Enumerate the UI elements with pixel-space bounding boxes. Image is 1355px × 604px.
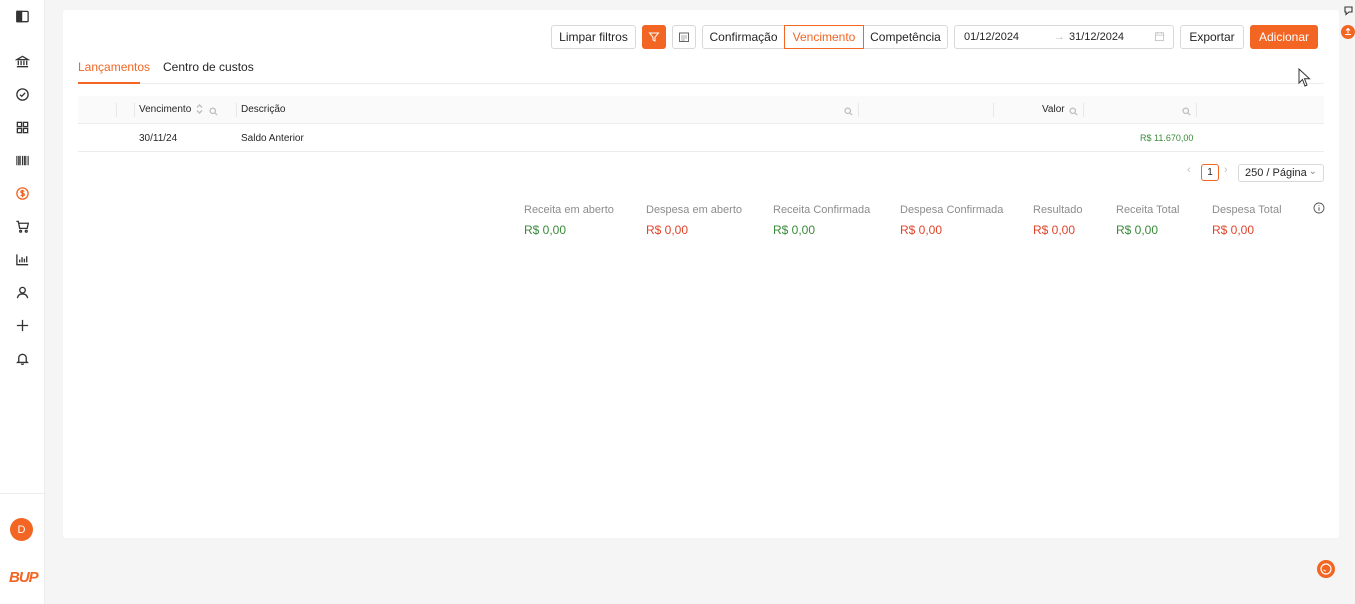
arrow-right-icon: → bbox=[1054, 31, 1065, 43]
column-separator bbox=[1196, 103, 1197, 117]
date-from-input[interactable]: 01/12/2024 bbox=[964, 31, 1019, 43]
column-separator bbox=[993, 103, 994, 117]
pagination-next-icon[interactable]: › bbox=[1224, 164, 1228, 176]
search-icon[interactable] bbox=[209, 105, 218, 116]
column-separator bbox=[116, 103, 117, 117]
tabs: Lançamentos Centro de custos bbox=[78, 58, 1324, 84]
column-separator bbox=[134, 103, 135, 117]
date-mode-competencia[interactable]: Competência bbox=[863, 25, 948, 49]
cell-valor: R$ 11.670,00 bbox=[1140, 133, 1194, 143]
brand-logo: BUP bbox=[9, 569, 39, 586]
column-header-descricao[interactable]: Descrição bbox=[241, 104, 285, 115]
tab-active-indicator bbox=[78, 82, 140, 84]
cart-icon[interactable] bbox=[12, 216, 32, 236]
avatar[interactable]: D bbox=[10, 518, 33, 541]
mouse-cursor-icon bbox=[1298, 67, 1312, 88]
chat-support-icon[interactable] bbox=[1317, 560, 1335, 578]
bank-icon[interactable] bbox=[12, 51, 32, 71]
calendar-icon bbox=[1154, 31, 1165, 45]
table-header: Vencimento Descrição Valor bbox=[78, 96, 1324, 124]
summary-receita-em-aberto: Receita em aberto R$ 0,00 bbox=[524, 204, 614, 237]
dollar-circle-icon[interactable] bbox=[12, 183, 32, 203]
tab-lancamentos[interactable]: Lançamentos bbox=[78, 60, 150, 74]
add-button[interactable]: Adicionar bbox=[1250, 25, 1318, 49]
date-mode-segmented: Confirmação Vencimento Competência bbox=[702, 25, 948, 49]
summary-resultado: Resultado R$ 0,00 bbox=[1033, 204, 1083, 237]
grid-icon[interactable] bbox=[12, 117, 32, 137]
pagination-prev-icon[interactable]: ‹ bbox=[1187, 164, 1191, 176]
main-card: Limpar filtros Confirmação Vencimento Co… bbox=[63, 10, 1339, 538]
tab-centro-de-custos[interactable]: Centro de custos bbox=[163, 60, 254, 74]
barcode-icon[interactable] bbox=[12, 150, 32, 170]
sidebar: D BUP bbox=[0, 0, 45, 604]
summary-despesa-confirmada: Despesa Confirmada R$ 0,00 bbox=[900, 204, 1004, 237]
calendar-icon bbox=[679, 32, 689, 42]
search-icon[interactable] bbox=[1182, 105, 1191, 116]
column-separator bbox=[858, 103, 859, 117]
bar-chart-icon[interactable] bbox=[12, 249, 32, 269]
sort-icon[interactable] bbox=[195, 103, 204, 114]
pagination-page-current[interactable]: 1 bbox=[1201, 164, 1219, 181]
notification-badge-icon[interactable] bbox=[1341, 25, 1355, 39]
cell-descricao: Saldo Anterior bbox=[241, 133, 304, 144]
bell-icon[interactable] bbox=[12, 348, 32, 368]
search-icon[interactable] bbox=[844, 105, 853, 116]
sidebar-divider bbox=[0, 493, 45, 494]
page-size-value: 250 / Página bbox=[1245, 167, 1307, 179]
summary-receita-total: Receita Total R$ 0,00 bbox=[1116, 204, 1180, 237]
user-icon[interactable] bbox=[12, 282, 32, 302]
column-separator bbox=[1083, 103, 1084, 117]
export-button[interactable]: Exportar bbox=[1180, 25, 1244, 49]
plus-icon[interactable] bbox=[12, 315, 32, 335]
table-row[interactable]: 30/11/24 Saldo Anterior R$ 11.670,00 bbox=[78, 124, 1324, 152]
check-circle-icon[interactable] bbox=[12, 84, 32, 104]
column-header-vencimento[interactable]: Vencimento bbox=[139, 104, 191, 115]
column-separator bbox=[236, 103, 237, 117]
cell-vencimento: 30/11/24 bbox=[139, 133, 178, 144]
page-size-select[interactable]: 250 / Página ⌄ bbox=[1238, 164, 1324, 182]
pin-icon[interactable] bbox=[1343, 5, 1355, 17]
date-to-input[interactable]: 31/12/2024 bbox=[1069, 31, 1124, 43]
sidebar-toggle-icon[interactable] bbox=[12, 6, 32, 26]
filter-icon bbox=[648, 32, 660, 42]
clear-filters-button[interactable]: Limpar filtros bbox=[551, 25, 636, 49]
filter-button[interactable] bbox=[642, 25, 666, 49]
calendar-button[interactable] bbox=[672, 25, 696, 49]
summary-despesa-em-aberto: Despesa em aberto R$ 0,00 bbox=[646, 204, 742, 237]
date-mode-confirmacao[interactable]: Confirmação bbox=[702, 25, 785, 49]
summary-receita-confirmada: Receita Confirmada R$ 0,00 bbox=[773, 204, 871, 237]
date-range-picker[interactable]: 01/12/2024 → 31/12/2024 bbox=[954, 25, 1174, 49]
search-icon[interactable] bbox=[1069, 105, 1078, 116]
summary-despesa-total: Despesa Total R$ 0,00 bbox=[1212, 204, 1282, 237]
info-icon[interactable] bbox=[1313, 202, 1325, 214]
date-mode-vencimento[interactable]: Vencimento bbox=[784, 25, 864, 49]
chevron-down-icon: ⌄ bbox=[1308, 166, 1317, 177]
column-header-valor[interactable]: Valor bbox=[1042, 104, 1065, 115]
